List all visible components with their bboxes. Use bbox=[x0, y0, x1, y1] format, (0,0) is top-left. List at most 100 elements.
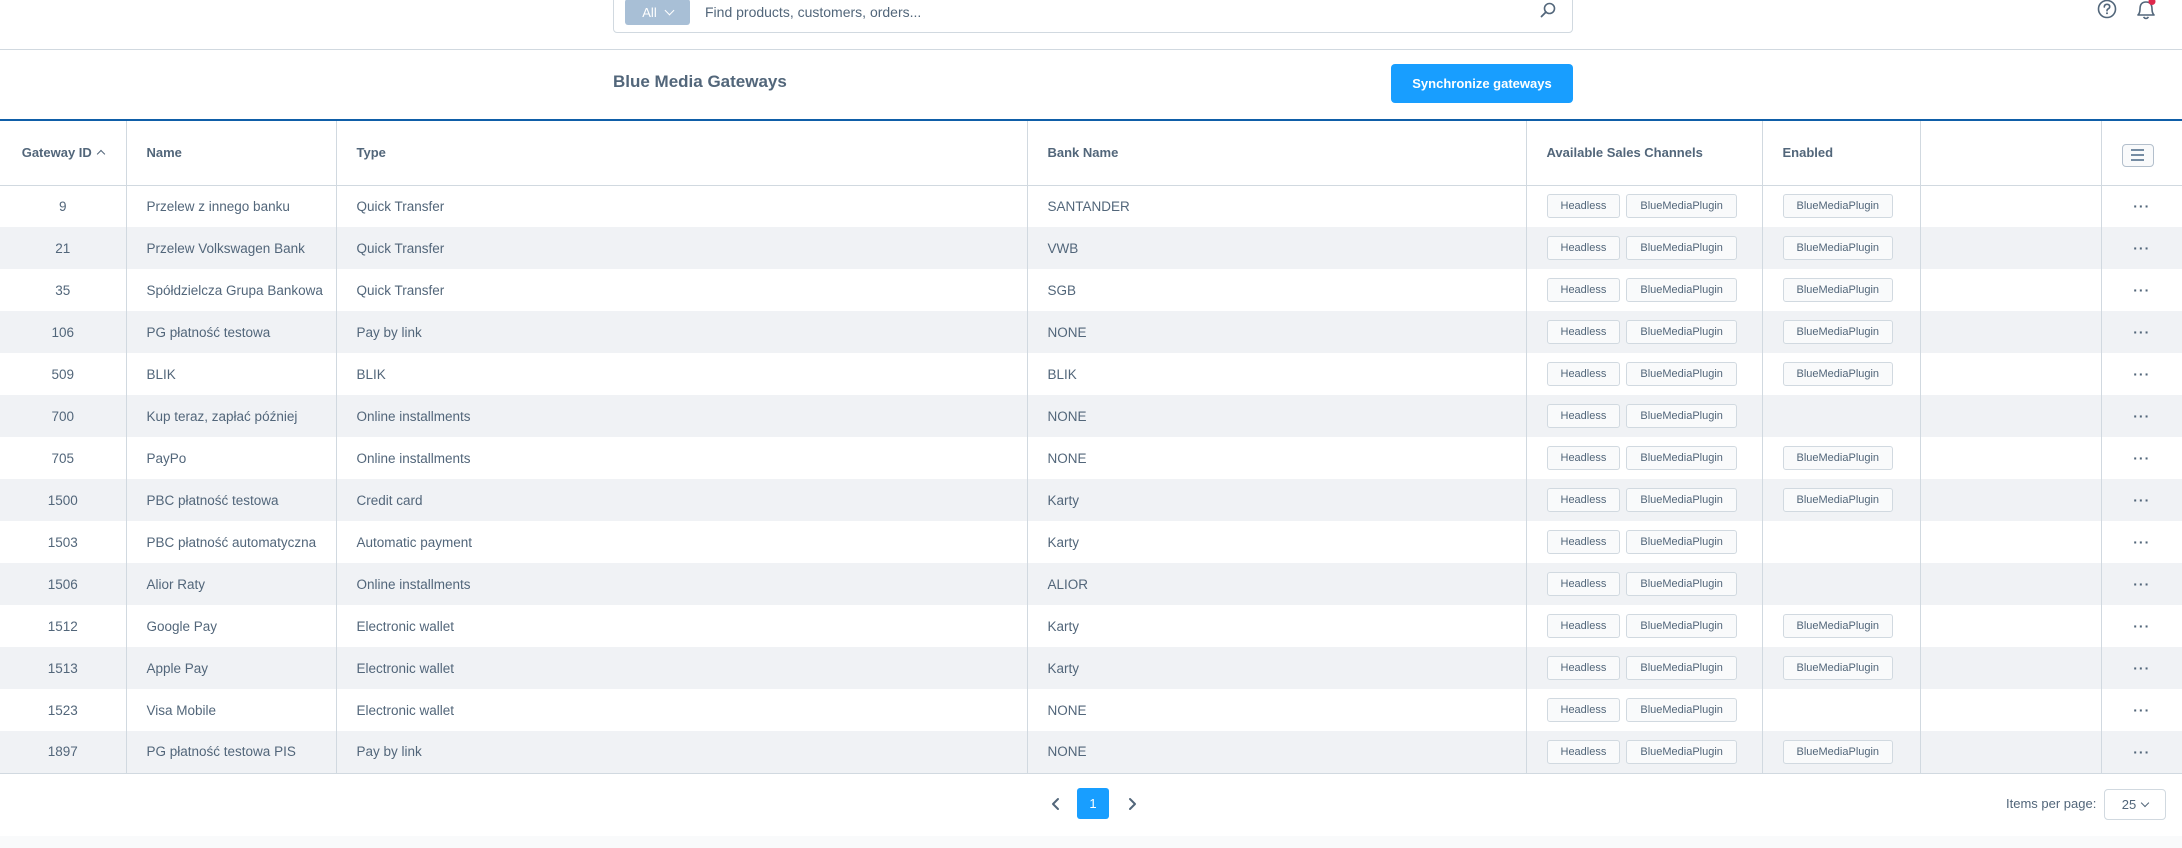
previous-page-button[interactable] bbox=[1046, 794, 1066, 814]
table-row[interactable]: 1897 PG płatność testowa PIS Pay by link NO… bbox=[0, 731, 2182, 773]
cell-enabled: BlueMediaPlugin bbox=[1762, 479, 1921, 521]
cell-empty bbox=[1920, 731, 2102, 773]
row-actions-icon[interactable]: ··· bbox=[2133, 366, 2150, 382]
cell-type: Pay by link bbox=[336, 311, 1028, 353]
sales-channel-tag: BlueMediaPlugin bbox=[1626, 698, 1737, 722]
sales-channel-tag: BlueMediaPlugin bbox=[1626, 404, 1737, 428]
sales-channel-tag: BlueMediaPlugin bbox=[1626, 236, 1737, 260]
cell-actions: ··· bbox=[2101, 269, 2182, 311]
page-button-current[interactable]: 1 bbox=[1077, 788, 1109, 819]
cell-type: Quick Transfer bbox=[336, 269, 1028, 311]
column-header-available-sales-channels[interactable]: Available Sales Channels bbox=[1526, 121, 1763, 185]
items-per-page-value: 25 bbox=[2121, 797, 2137, 812]
row-actions-icon[interactable]: ··· bbox=[2133, 576, 2150, 592]
cell-name: Spółdzielcza Grupa Bankowa bbox=[126, 269, 337, 311]
sales-channel-tag: Headless bbox=[1546, 739, 1621, 764]
cell-bank-name: VWB bbox=[1027, 227, 1527, 269]
table-row[interactable]: 1503 PBC płatność automatyczna Automatic p… bbox=[0, 521, 2182, 563]
cell-type: BLIK bbox=[336, 353, 1028, 395]
enabled-channel-tag: BlueMediaPlugin bbox=[1782, 488, 1894, 512]
sales-channel-tag: BlueMediaPlugin bbox=[1626, 194, 1737, 219]
table-row[interactable]: 1500 PBC płatność testowa Credit card Karty… bbox=[0, 479, 2182, 521]
column-settings-button[interactable] bbox=[2121, 143, 2154, 167]
table-row[interactable]: 35 Spółdzielcza Grupa Bankowa Quick Transf… bbox=[0, 269, 2182, 311]
row-actions-icon[interactable]: ··· bbox=[2133, 450, 2150, 466]
enabled-channel-tag: BlueMediaPlugin bbox=[1782, 278, 1894, 302]
table-row[interactable]: 1512 Google Pay Electronic wallet Karty Head… bbox=[0, 605, 2182, 647]
row-actions-icon[interactable]: ··· bbox=[2133, 408, 2150, 424]
table-row[interactable]: 700 Kup teraz, zapłać później Online insta… bbox=[0, 395, 2182, 437]
row-actions-icon[interactable]: ··· bbox=[2133, 618, 2150, 634]
cell-bank-name: BLIK bbox=[1027, 353, 1527, 395]
row-actions-icon[interactable]: ··· bbox=[2133, 282, 2150, 298]
cell-bank-name: NONE bbox=[1027, 437, 1527, 479]
sales-channel-tag: BlueMediaPlugin bbox=[1626, 278, 1737, 302]
help-icon[interactable] bbox=[2096, 0, 2118, 20]
cell-actions: ··· bbox=[2101, 353, 2182, 395]
cell-name: BLIK bbox=[126, 353, 337, 395]
cell-bank-name: Karty bbox=[1027, 605, 1527, 647]
chevron-down-icon bbox=[664, 5, 675, 15]
cell-empty bbox=[1920, 353, 2102, 395]
table-row[interactable]: 705 PayPo Online installments NONE Headless B… bbox=[0, 437, 2182, 479]
row-actions-icon[interactable]: ··· bbox=[2133, 702, 2150, 718]
cell-actions: ··· bbox=[2101, 395, 2182, 437]
sales-channel-tag: BlueMediaPlugin bbox=[1626, 530, 1737, 554]
cell-name: PBC płatność testowa bbox=[126, 479, 337, 521]
sort-ascending-icon bbox=[96, 150, 106, 159]
bell-icon[interactable] bbox=[2133, 0, 2159, 22]
cell-gateway-id: 1523 bbox=[0, 689, 127, 731]
table-row[interactable]: 21 Przelew Volkswagen Bank Quick Transfer V… bbox=[0, 227, 2182, 269]
cell-actions: ··· bbox=[2101, 689, 2182, 731]
cell-gateway-id: 9 bbox=[0, 185, 127, 227]
synchronize-gateways-button[interactable]: Synchronize gateways bbox=[1391, 64, 1573, 103]
row-actions-icon[interactable]: ··· bbox=[2133, 324, 2150, 340]
cell-bank-name: NONE bbox=[1027, 689, 1527, 731]
cell-empty bbox=[1920, 521, 2102, 563]
column-header-enabled[interactable]: Enabled bbox=[1762, 121, 1921, 185]
items-per-page-select[interactable]: 25 bbox=[2104, 789, 2166, 820]
cell-bank-name: Karty bbox=[1027, 479, 1527, 521]
table-row[interactable]: 1513 Apple Pay Electronic wallet Karty Headl… bbox=[0, 647, 2182, 689]
row-actions-icon[interactable]: ··· bbox=[2133, 660, 2150, 676]
row-actions-icon[interactable]: ··· bbox=[2133, 744, 2150, 760]
cell-enabled bbox=[1762, 563, 1921, 605]
cell-bank-name: NONE bbox=[1027, 395, 1527, 437]
search-input[interactable] bbox=[705, 0, 1505, 25]
row-actions-icon[interactable]: ··· bbox=[2133, 240, 2150, 256]
cell-bank-name: Karty bbox=[1027, 521, 1527, 563]
cell-sales-channels: Headless BlueMediaPlugin bbox=[1526, 605, 1763, 647]
sales-channel-tag: Headless bbox=[1546, 278, 1621, 302]
column-header-bank-name[interactable]: Bank Name bbox=[1027, 121, 1527, 185]
row-actions-icon[interactable]: ··· bbox=[2133, 534, 2150, 550]
notification-badge bbox=[2148, 0, 2156, 5]
sales-channel-tag: Headless bbox=[1546, 194, 1621, 219]
table-row[interactable]: 1506 Alior Raty Online installments ALIOR He… bbox=[0, 563, 2182, 605]
cell-actions: ··· bbox=[2101, 437, 2182, 479]
cell-gateway-id: 1503 bbox=[0, 521, 127, 563]
enabled-channel-tag: BlueMediaPlugin bbox=[1782, 362, 1894, 386]
cell-name: Alior Raty bbox=[126, 563, 337, 605]
next-page-button[interactable] bbox=[1122, 794, 1142, 814]
cell-bank-name: SANTANDER bbox=[1027, 185, 1527, 227]
table-row[interactable]: 509 BLIK BLIK BLIK Headless BlueMediaPlugin Bl… bbox=[0, 353, 2182, 395]
search-icon[interactable] bbox=[1538, 1, 1558, 21]
sales-channel-tag: BlueMediaPlugin bbox=[1626, 614, 1737, 638]
column-header-name[interactable]: Name bbox=[126, 121, 337, 185]
column-header-type[interactable]: Type bbox=[336, 121, 1028, 185]
table-row[interactable]: 9 Przelew z innego banku Quick Transfer SAN… bbox=[0, 185, 2182, 227]
sales-channel-tag: Headless bbox=[1546, 698, 1621, 722]
sales-channel-tag: Headless bbox=[1546, 530, 1621, 554]
cell-type: Automatic payment bbox=[336, 521, 1028, 563]
search-type-dropdown[interactable]: All bbox=[625, 0, 690, 25]
row-actions-icon[interactable]: ··· bbox=[2133, 492, 2150, 508]
table-row[interactable]: 1523 Visa Mobile Electronic wallet NONE Head… bbox=[0, 689, 2182, 731]
table-row[interactable]: 106 PG płatność testowa Pay by link NONE Hea… bbox=[0, 311, 2182, 353]
sales-channel-tag: Headless bbox=[1546, 614, 1621, 638]
row-actions-icon[interactable]: ··· bbox=[2133, 198, 2150, 214]
enabled-channel-tag: BlueMediaPlugin bbox=[1782, 320, 1894, 344]
cell-gateway-id: 1506 bbox=[0, 563, 127, 605]
column-header-gateway-id[interactable]: Gateway ID bbox=[0, 121, 127, 185]
cell-gateway-id: 1512 bbox=[0, 605, 127, 647]
cell-actions: ··· bbox=[2101, 563, 2182, 605]
